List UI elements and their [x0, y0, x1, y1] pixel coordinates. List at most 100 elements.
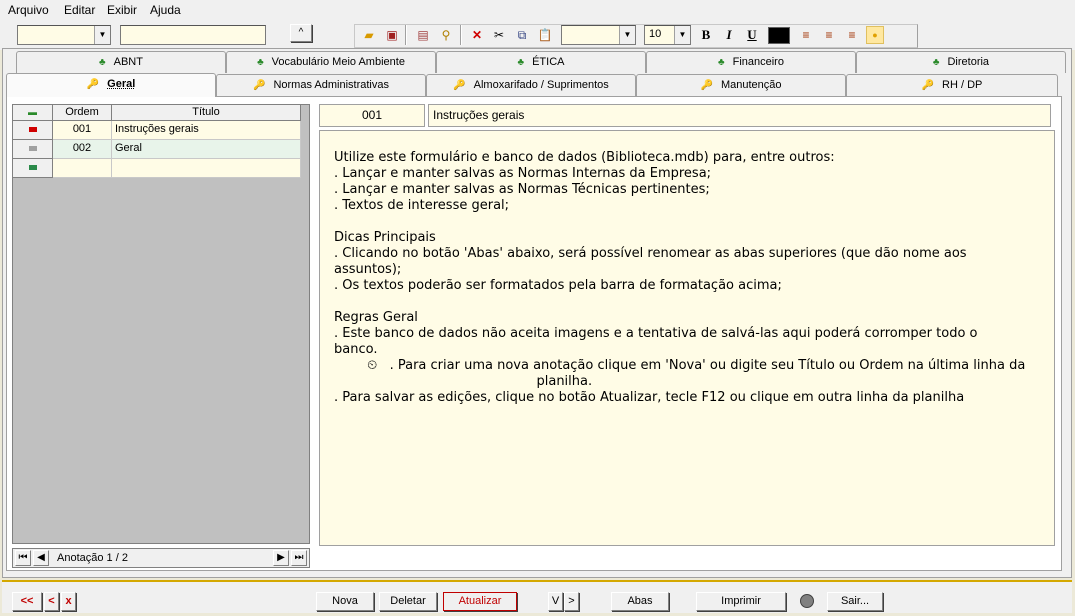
toolbar-separator: [460, 25, 462, 45]
key-icon: 🔑: [700, 80, 713, 91]
grid-corner[interactable]: ▬: [13, 105, 53, 121]
tab-etica[interactable]: ♣ ÉTICA: [436, 51, 646, 73]
paste-icon[interactable]: 📋: [535, 25, 555, 45]
tab-label: Financeiro: [732, 56, 784, 68]
first-button[interactable]: <<: [12, 592, 42, 611]
copy-icon[interactable]: ⧉: [512, 25, 532, 45]
key-icon: 🔑: [253, 80, 266, 91]
tab-vocabulario[interactable]: ♣ Vocabulário Meio Ambiente: [226, 51, 436, 73]
menu-arquivo[interactable]: Arquivo: [8, 3, 49, 17]
info-icon: [800, 594, 814, 608]
titulo-field[interactable]: Instruções gerais: [428, 104, 1051, 127]
tab-geral[interactable]: 🔑 Geral: [6, 73, 216, 97]
people-icon: ♣: [718, 57, 725, 68]
tab-manutencao[interactable]: 🔑 Manutenção: [636, 74, 846, 96]
people-icon: ♣: [257, 57, 264, 68]
table-row[interactable]: 002: [53, 140, 112, 159]
prev-record-icon[interactable]: ◀: [33, 550, 49, 566]
row-selector[interactable]: [13, 121, 53, 140]
tab-abnt[interactable]: ♣ ABNT: [16, 51, 226, 73]
cut-icon[interactable]: ✂: [489, 25, 509, 45]
ordem-field[interactable]: 001: [319, 104, 425, 127]
chevron-down-icon[interactable]: ▼: [94, 26, 110, 44]
key-icon: 🔑: [86, 79, 100, 90]
table-row[interactable]: Instruções gerais: [112, 121, 301, 140]
tab-almoxarifado[interactable]: 🔑 Almoxarifado / Suprimentos: [426, 74, 636, 96]
bottom-bar: << < x Nova Deletar Atualizar V > Abas I…: [2, 580, 1072, 613]
underline-button[interactable]: U: [742, 25, 762, 45]
current-row-icon: [29, 127, 37, 132]
tab-label: Vocabulário Meio Ambiente: [271, 56, 405, 68]
record-counter: Anotação 1 / 2: [57, 552, 128, 564]
align-left-icon[interactable]: ≡: [796, 25, 816, 45]
row-selector[interactable]: [13, 140, 53, 159]
close-button[interactable]: x: [61, 592, 76, 611]
print-icon[interactable]: ▤: [413, 25, 433, 45]
chevron-down-icon[interactable]: ▼: [674, 26, 690, 44]
row-selector[interactable]: [13, 159, 53, 178]
sair-button[interactable]: Sair...: [827, 592, 883, 611]
people-icon: ♣: [517, 57, 525, 68]
search-input[interactable]: [120, 25, 266, 45]
people-icon: ♣: [932, 57, 940, 68]
record-navigator: ⏮ ◀ Anotação 1 / 2 ▶ ⏭: [12, 548, 310, 568]
toolbar-separator: [405, 25, 407, 45]
find-icon[interactable]: ⚲: [436, 25, 456, 45]
open-folder-icon[interactable]: ▰: [359, 25, 379, 45]
menu-exibir[interactable]: Exibir: [107, 3, 137, 17]
chevron-down-icon[interactable]: ▼: [619, 26, 635, 44]
tab-label: Geral: [107, 78, 136, 90]
category-combo[interactable]: ▼: [17, 25, 111, 45]
menu-editar[interactable]: Editar: [64, 3, 95, 17]
last-record-icon[interactable]: ⏭: [291, 550, 307, 566]
grid-corner-icon: ▬: [28, 107, 37, 117]
key-icon: 🔑: [453, 80, 466, 91]
first-record-icon[interactable]: ⏮: [15, 550, 31, 566]
tab-rh-dp[interactable]: 🔑 RH / DP: [846, 74, 1058, 96]
tab-label: Normas Administrativas: [273, 79, 389, 91]
bullet-icon[interactable]: ●: [866, 26, 884, 44]
up-button[interactable]: ^: [290, 24, 312, 42]
menu-ajuda[interactable]: Ajuda: [150, 3, 181, 17]
grid-header-titulo[interactable]: Título: [112, 105, 301, 121]
deletar-button[interactable]: Deletar: [379, 592, 437, 611]
tab-diretoria[interactable]: ♣ Diretoria: [856, 51, 1066, 73]
row-marker-icon: [29, 146, 37, 151]
toolbar: ▼ ^ ▰ ▣ ▤ ⚲ ✕ ✂ ⧉ 📋 ▼ 10 ▼ B I U ≡ ≡ ≡ ●: [0, 20, 1075, 50]
delete-icon[interactable]: ✕: [467, 25, 487, 45]
table-row[interactable]: 001: [53, 121, 112, 140]
table-row[interactable]: [112, 159, 301, 178]
font-name-combo[interactable]: ▼: [561, 25, 636, 45]
key-icon: 🔑: [921, 80, 935, 91]
new-row-icon: [29, 165, 37, 170]
grid-header-ordem[interactable]: Ordem: [53, 105, 112, 121]
table-row[interactable]: [53, 159, 112, 178]
notes-memo[interactable]: Utilize este formulário e banco de dados…: [319, 130, 1055, 546]
next-record-icon[interactable]: ▶: [273, 550, 289, 566]
align-right-icon[interactable]: ≡: [842, 25, 862, 45]
v-button[interactable]: V: [548, 592, 563, 611]
text-color-swatch[interactable]: [768, 27, 790, 44]
tab-label: RH / DP: [942, 79, 983, 91]
align-center-icon[interactable]: ≡: [819, 25, 839, 45]
tab-label: Diretoria: [947, 56, 990, 68]
next-button[interactable]: >: [564, 592, 579, 611]
notes-grid[interactable]: ▬ Ordem Título 001 Instruções gerais 002…: [12, 104, 310, 544]
italic-button[interactable]: I: [719, 25, 739, 45]
menu-bar: Arquivo Editar Exibir Ajuda: [0, 0, 1075, 20]
font-size-combo[interactable]: 10 ▼: [644, 25, 691, 45]
imprimir-button[interactable]: Imprimir: [696, 592, 786, 611]
nova-button[interactable]: Nova: [316, 592, 374, 611]
people-icon: ♣: [99, 57, 106, 68]
tab-label: Manutenção: [720, 79, 782, 91]
tab-financeiro[interactable]: ♣ Financeiro: [646, 51, 856, 73]
abas-button[interactable]: Abas: [611, 592, 669, 611]
save-icon[interactable]: ▣: [382, 25, 402, 45]
prev-button[interactable]: <: [44, 592, 59, 611]
atualizar-button[interactable]: Atualizar: [443, 592, 517, 611]
tab-label: Almoxarifado / Suprimentos: [473, 79, 609, 91]
bold-button[interactable]: B: [696, 25, 716, 45]
font-size-value: 10: [649, 28, 662, 40]
tab-normas-administrativas[interactable]: 🔑 Normas Administrativas: [216, 74, 426, 96]
table-row[interactable]: Geral: [112, 140, 301, 159]
